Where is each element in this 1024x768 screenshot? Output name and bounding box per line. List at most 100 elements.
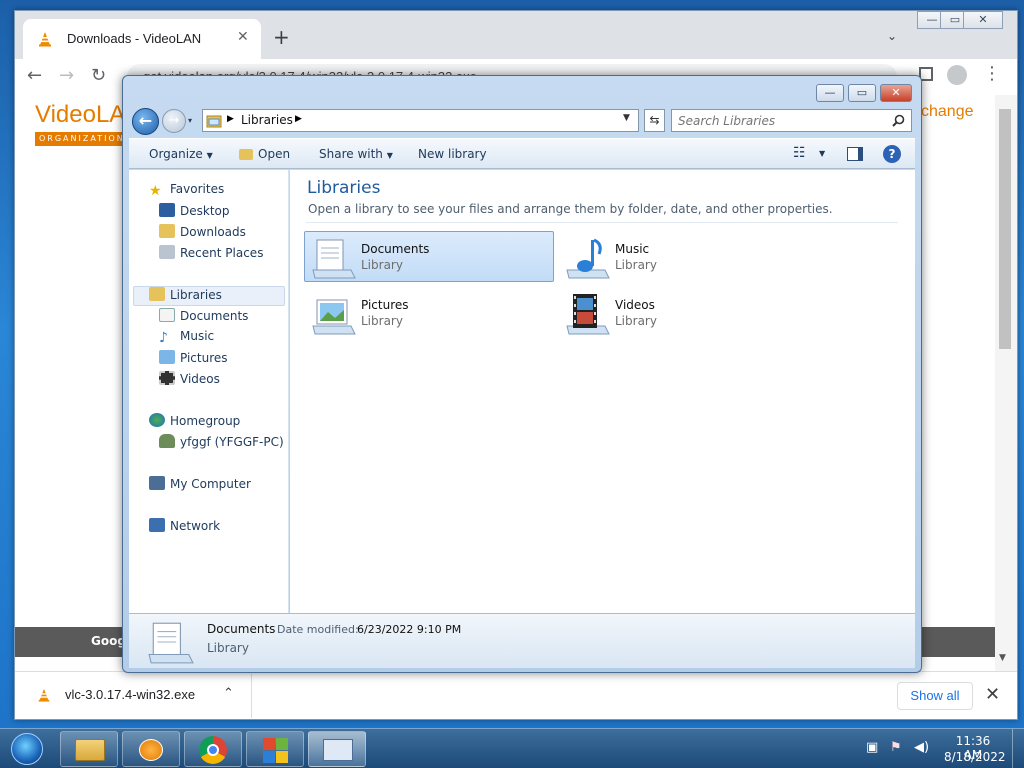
download-item[interactable]: vlc-3.0.17.4-win32.exe ⌃ bbox=[33, 682, 249, 710]
library-name: Pictures bbox=[361, 298, 409, 312]
user-icon bbox=[159, 434, 175, 448]
change-link[interactable]: change bbox=[921, 103, 974, 121]
nav-network[interactable]: Network bbox=[149, 518, 220, 533]
taskbar-explorer[interactable] bbox=[60, 731, 118, 767]
nav-favorites[interactable]: ★ Favorites bbox=[149, 182, 224, 199]
explorer-maximize-button[interactable]: ▭ bbox=[848, 84, 876, 102]
library-pictures[interactable]: Pictures Library bbox=[304, 287, 554, 338]
explorer-minimize-button[interactable]: — bbox=[816, 84, 844, 102]
nav-libraries[interactable]: Libraries bbox=[149, 287, 222, 302]
chevron-down-icon: ▼ bbox=[206, 151, 213, 160]
help-icon[interactable]: ? bbox=[883, 145, 901, 163]
network-tray-icon[interactable]: ▣ bbox=[866, 740, 878, 755]
open-button[interactable]: Open bbox=[239, 147, 290, 161]
pictures-library-icon bbox=[312, 299, 356, 335]
videolan-logo-subtitle: ORGANIZATION bbox=[35, 132, 131, 146]
folder-icon bbox=[239, 149, 253, 160]
back-button[interactable]: ← bbox=[132, 108, 159, 135]
chevron-down-icon[interactable]: ⌄ bbox=[887, 29, 897, 43]
volume-icon[interactable]: ◀) bbox=[914, 740, 929, 755]
nav-my-computer[interactable]: My Computer bbox=[149, 476, 251, 491]
action-center-flag-icon[interactable]: ⚑ bbox=[890, 740, 902, 755]
details-type: Library bbox=[207, 641, 249, 655]
star-icon: ★ bbox=[149, 183, 162, 199]
network-icon bbox=[149, 518, 165, 532]
library-name: Documents bbox=[361, 242, 430, 256]
breadcrumb-libraries[interactable]: Libraries bbox=[241, 113, 293, 127]
chrome-tab-title: Downloads - VideoLAN bbox=[67, 31, 202, 46]
divider bbox=[251, 674, 252, 718]
address-bar[interactable]: ▶ Libraries ▶ ▼ bbox=[202, 109, 639, 132]
open-label: Open bbox=[258, 147, 291, 161]
chrome-menu-icon[interactable]: ⋮ bbox=[983, 63, 1001, 84]
nav-label: Downloads bbox=[180, 225, 246, 239]
taskbar-windows-update[interactable] bbox=[246, 731, 304, 767]
search-input[interactable] bbox=[678, 114, 888, 128]
nav-music[interactable]: ♪ Music bbox=[159, 329, 214, 346]
nav-label: Pictures bbox=[180, 351, 228, 365]
documents-library-icon bbox=[312, 239, 356, 279]
close-tab-icon[interactable]: ✕ bbox=[237, 29, 249, 45]
library-music[interactable]: Music Library bbox=[558, 231, 808, 282]
recent-pages-icon[interactable]: ▾ bbox=[188, 116, 192, 125]
nav-documents[interactable]: Documents bbox=[159, 308, 248, 323]
nav-label: Documents bbox=[180, 309, 249, 323]
scroll-down-icon[interactable]: ▼ bbox=[999, 653, 1006, 663]
nav-videos[interactable]: Videos bbox=[159, 371, 220, 386]
library-type: Library bbox=[361, 314, 403, 328]
nav-label: Network bbox=[170, 519, 221, 533]
explorer-close-button[interactable]: ✕ bbox=[880, 84, 912, 102]
forward-button[interactable]: → bbox=[162, 109, 186, 133]
clock-date[interactable]: 8/18/2022 bbox=[944, 750, 1006, 764]
chrome-tab[interactable]: Downloads - VideoLAN ✕ bbox=[23, 19, 261, 59]
nav-downloads[interactable]: Downloads bbox=[159, 224, 246, 239]
taskbar-media-player[interactable] bbox=[122, 731, 180, 767]
details-name: Documents bbox=[207, 622, 276, 636]
footer-text: Goog bbox=[91, 634, 126, 648]
address-dropdown-icon[interactable]: ▼ bbox=[623, 113, 630, 123]
taskbar-chrome[interactable] bbox=[184, 731, 242, 767]
new-library-button[interactable]: New library bbox=[418, 147, 487, 161]
recent-places-icon bbox=[159, 245, 175, 259]
organize-label: Organize bbox=[149, 147, 203, 161]
divider bbox=[306, 222, 898, 223]
share-with-label: Share with bbox=[319, 147, 383, 161]
nav-user[interactable]: yfggf (YFGGF-PC) bbox=[159, 434, 284, 449]
preview-pane-icon[interactable] bbox=[847, 147, 863, 161]
start-button[interactable] bbox=[2, 729, 50, 768]
breadcrumb-arrow-icon[interactable]: ▶ bbox=[227, 114, 234, 124]
share-with-button[interactable]: Share with ▼ bbox=[319, 147, 393, 161]
nav-desktop[interactable]: Desktop bbox=[159, 203, 230, 218]
search-box[interactable] bbox=[671, 109, 912, 132]
nav-label: Music bbox=[180, 329, 215, 343]
scrollbar-thumb[interactable] bbox=[999, 109, 1011, 349]
chevron-up-icon[interactable]: ⌃ bbox=[223, 686, 234, 701]
refresh-button[interactable]: ⇆ bbox=[644, 109, 665, 132]
nav-pictures[interactable]: Pictures bbox=[159, 350, 228, 365]
view-options-icon[interactable]: ☷ bbox=[793, 145, 806, 161]
taskbar-control-panel[interactable] bbox=[308, 731, 366, 767]
forward-arrow-icon[interactable]: → bbox=[59, 65, 74, 86]
library-documents[interactable]: Documents Library bbox=[304, 231, 554, 282]
show-all-button[interactable]: Show all bbox=[897, 682, 973, 710]
reload-icon[interactable]: ↻ bbox=[91, 65, 106, 86]
back-arrow-icon[interactable]: ← bbox=[27, 65, 42, 86]
vlc-cone-icon bbox=[39, 32, 51, 47]
search-icon[interactable] bbox=[892, 114, 905, 127]
details-modified-label: Date modified: bbox=[277, 623, 359, 636]
nav-recent-places[interactable]: Recent Places bbox=[159, 245, 263, 260]
show-desktop-button[interactable] bbox=[1012, 729, 1024, 768]
music-library-icon bbox=[566, 238, 610, 279]
chrome-tabstrip: Downloads - VideoLAN ✕ + ⌄ — ▭ ✕ bbox=[15, 11, 1017, 59]
close-icon[interactable]: ✕ bbox=[985, 684, 1000, 705]
new-tab-button[interactable]: + bbox=[273, 25, 290, 49]
organize-button[interactable]: Organize ▼ bbox=[149, 147, 213, 161]
nav-label: Favorites bbox=[170, 182, 225, 196]
profile-avatar[interactable] bbox=[947, 65, 967, 85]
nav-homegroup[interactable]: Homegroup bbox=[149, 413, 240, 428]
breadcrumb-arrow-icon[interactable]: ▶ bbox=[295, 114, 302, 124]
chrome-close-button[interactable]: ✕ bbox=[963, 11, 1003, 29]
chevron-down-icon[interactable]: ▼ bbox=[819, 149, 825, 158]
documents-icon bbox=[159, 308, 175, 322]
library-videos[interactable]: Videos Library bbox=[558, 287, 808, 338]
